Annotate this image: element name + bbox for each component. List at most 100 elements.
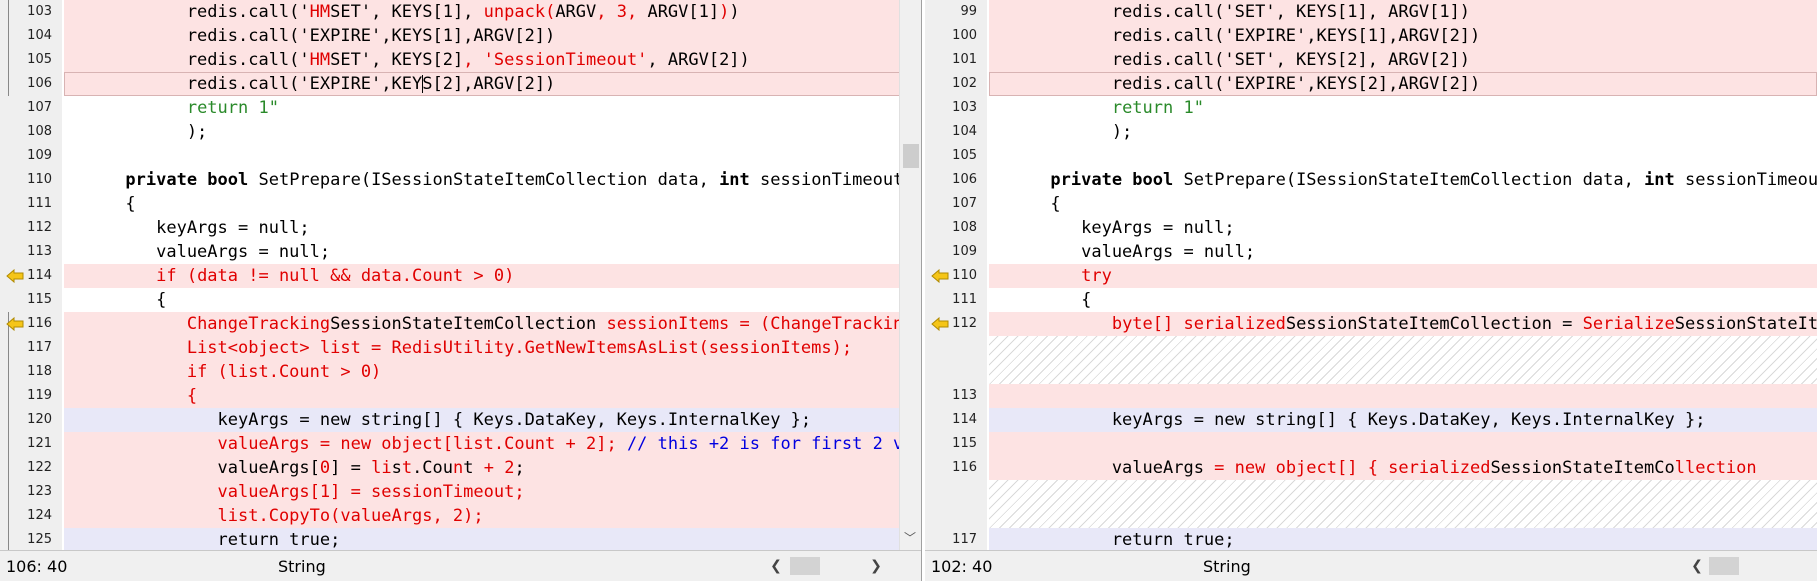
code-text[interactable] [989,432,1817,456]
code-text[interactable] [989,336,1817,384]
code-text[interactable]: return true; [64,528,921,552]
code-line-101[interactable]: 101 redis.call('SET', KEYS[2], ARGV[2]) [925,48,1817,72]
code-line-121[interactable]: 121 valueArgs = new object[list.Count + … [0,432,921,456]
code-text[interactable]: return 1" [989,96,1817,120]
code-text[interactable]: private bool SetPrepare(ISessionStateIte… [64,168,921,192]
code-text[interactable]: valueArgs = new object[] { serializedSes… [989,456,1817,480]
code-text[interactable]: ChangeTrackingSessionStateItemCollection… [64,312,921,336]
left-diff-pane[interactable]: 103 redis.call('HMSET', KEYS[1], unpack(… [0,0,922,581]
code-line-110[interactable]: 110 try [925,264,1817,288]
code-text[interactable]: redis.call('HMSET', KEYS[1], unpack(ARGV… [64,0,921,24]
code-line-117[interactable]: 117 return true; [925,528,1817,552]
code-text[interactable]: redis.call('EXPIRE',KEYS[1],ARGV[2]) [64,24,921,48]
code-line-99[interactable]: 99 redis.call('SET', KEYS[1], ARGV[1]) [925,0,1817,24]
code-text[interactable]: private bool SetPrepare(ISessionStateIte… [989,168,1817,192]
code-text[interactable]: valueArgs[0] = list.Count + 2; [64,456,921,480]
code-line-106[interactable]: 106 redis.call('EXPIRE',KEYS[2],ARGV[2]) [0,72,921,96]
code-text[interactable]: { [989,288,1817,312]
code-text[interactable]: keyArgs = null; [989,216,1817,240]
code-line-119[interactable]: 119 { [0,384,921,408]
right-horizontal-scroll-thumb[interactable] [1709,557,1739,575]
code-line-114[interactable]: 114 if (data != null && data.Count > 0) [0,264,921,288]
code-text[interactable] [64,144,921,168]
code-line-115[interactable]: 115 { [0,288,921,312]
code-text[interactable]: { [989,192,1817,216]
code-line-112[interactable]: 112 keyArgs = null; [0,216,921,240]
code-text[interactable]: redis.call('EXPIRE',KEYS[2],ARGV[2]) [989,72,1817,96]
code-text[interactable]: ); [64,120,921,144]
code-line-103[interactable]: 103 redis.call('HMSET', KEYS[1], unpack(… [0,0,921,24]
code-line-108[interactable]: 108 keyArgs = null; [925,216,1817,240]
code-text[interactable]: ); [989,120,1817,144]
scroll-down-icon[interactable]: ﹀ [904,529,916,546]
code-line-113[interactable]: 113 [925,384,1817,408]
code-line-111[interactable]: 111 { [0,192,921,216]
left-vertical-scrollbar[interactable]: ﹀ [899,0,921,550]
code-line-105[interactable]: 105 redis.call('HMSET', KEYS[2], 'Sessio… [0,48,921,72]
code-text[interactable]: keyArgs = new string[] { Keys.DataKey, K… [989,408,1817,432]
code-line-118[interactable]: 118 if (list.Count > 0) [0,360,921,384]
left-horizontal-scroll-thumb[interactable] [790,557,820,575]
code-line-107[interactable]: 107 { [925,192,1817,216]
code-text[interactable]: if (list.Count > 0) [64,360,921,384]
code-text[interactable]: redis.call('EXPIRE',KEYS[2],ARGV[2]) [64,72,921,96]
code-text[interactable]: redis.call('EXPIRE',KEYS[1],ARGV[2]) [989,24,1817,48]
code-line-124[interactable]: 124 list.CopyTo(valueArgs, 2); [0,504,921,528]
code-text[interactable]: list.CopyTo(valueArgs, 2); [64,504,921,528]
code-text[interactable] [989,480,1817,528]
code-text[interactable]: return 1" [64,96,921,120]
scroll-left-icon[interactable]: ❮ [766,555,786,577]
right-code-lines[interactable]: 99 redis.call('SET', KEYS[1], ARGV[1]) 10… [925,0,1817,552]
left-vertical-scroll-thumb[interactable] [903,144,919,168]
code-line-110[interactable]: 110 private bool SetPrepare(ISessionStat… [0,168,921,192]
code-text[interactable]: keyArgs = null; [64,216,921,240]
code-line-109[interactable]: 109 [0,144,921,168]
code-line-106[interactable]: 106 private bool SetPrepare(ISessionStat… [925,168,1817,192]
code-line-102[interactable]: 102 redis.call('EXPIRE',KEYS[2],ARGV[2]) [925,72,1817,96]
code-line-112[interactable]: 112 byte[] serializedSessionStateItemCol… [925,312,1817,336]
code-line-107[interactable]: 107 return 1" [0,96,921,120]
code-text[interactable]: valueArgs = new object[list.Count + 2]; … [64,432,921,456]
diff-gap-row[interactable] [925,336,1817,384]
code-line-123[interactable]: 123 valueArgs[1] = sessionTimeout; [0,480,921,504]
code-line-104[interactable]: 104 ); [925,120,1817,144]
code-text[interactable]: redis.call('SET', KEYS[1], ARGV[1]) [989,0,1817,24]
code-line-103[interactable]: 103 return 1" [925,96,1817,120]
right-diff-pane[interactable]: 99 redis.call('SET', KEYS[1], ARGV[1]) 10… [925,0,1817,581]
right-horizontal-scrollbar[interactable]: ❮ [1687,555,1817,577]
code-line-122[interactable]: 122 valueArgs[0] = list.Count + 2; [0,456,921,480]
code-text[interactable]: valueArgs = null; [64,240,921,264]
code-line-109[interactable]: 109 valueArgs = null; [925,240,1817,264]
code-line-105[interactable]: 105 [925,144,1817,168]
code-text[interactable]: { [64,288,921,312]
code-line-104[interactable]: 104 redis.call('EXPIRE',KEYS[1],ARGV[2]) [0,24,921,48]
code-line-115[interactable]: 115 [925,432,1817,456]
scroll-left-icon[interactable]: ❮ [1687,555,1707,577]
code-text[interactable]: List<object> list = RedisUtility.GetNewI… [64,336,921,360]
code-text[interactable]: { [64,192,921,216]
code-text[interactable]: byte[] serializedSessionStateItemCollect… [989,312,1817,336]
code-text[interactable]: keyArgs = new string[] { Keys.DataKey, K… [64,408,921,432]
code-line-125[interactable]: 125 return true; [0,528,921,552]
left-horizontal-scrollbar[interactable]: ❮ ❯ [766,555,886,577]
code-text[interactable] [989,384,1817,408]
scroll-right-icon[interactable]: ❯ [866,555,886,577]
code-text[interactable]: valueArgs = null; [989,240,1817,264]
code-text[interactable]: valueArgs[1] = sessionTimeout; [64,480,921,504]
code-line-116[interactable]: 116 valueArgs = new object[] { serialize… [925,456,1817,480]
code-text[interactable]: { [64,384,921,408]
code-line-108[interactable]: 108 ); [0,120,921,144]
code-line-113[interactable]: 113 valueArgs = null; [0,240,921,264]
diff-gap-row[interactable] [925,480,1817,528]
code-text[interactable]: try [989,264,1817,288]
code-line-117[interactable]: 117 List<object> list = RedisUtility.Get… [0,336,921,360]
code-line-116[interactable]: 116 ChangeTrackingSessionStateItemCollec… [0,312,921,336]
code-line-111[interactable]: 111 { [925,288,1817,312]
code-line-120[interactable]: 120 keyArgs = new string[] { Keys.DataKe… [0,408,921,432]
code-text[interactable]: if (data != null && data.Count > 0) [64,264,921,288]
code-text[interactable] [989,144,1817,168]
code-text[interactable]: return true; [989,528,1817,552]
code-text[interactable]: redis.call('SET', KEYS[2], ARGV[2]) [989,48,1817,72]
code-line-100[interactable]: 100 redis.call('EXPIRE',KEYS[1],ARGV[2]) [925,24,1817,48]
left-code-lines[interactable]: 103 redis.call('HMSET', KEYS[1], unpack(… [0,0,921,552]
